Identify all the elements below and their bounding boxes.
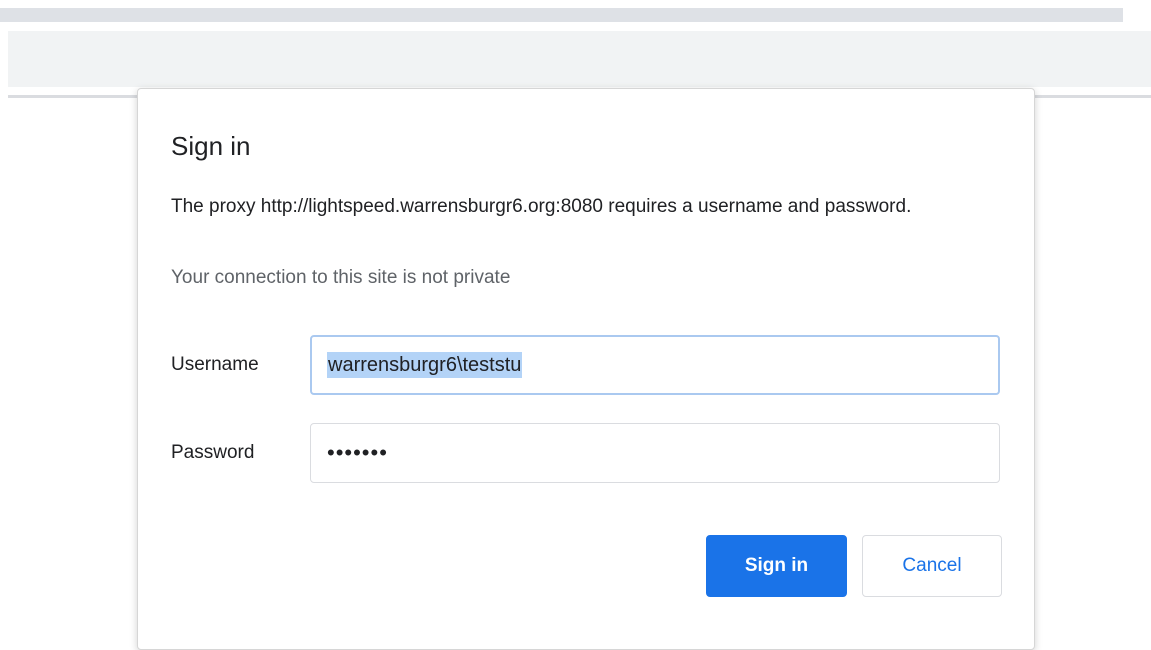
browser-toolbar [8, 31, 1151, 87]
username-label: Username [171, 354, 259, 375]
cancel-button[interactable]: Cancel [862, 535, 1002, 597]
password-label: Password [171, 442, 255, 463]
proxy-message: The proxy http://lightspeed.warrensburgr… [171, 196, 912, 217]
username-value: warrensburgr6\teststu [327, 352, 523, 378]
dialog-title: Sign in [171, 131, 251, 161]
sign-in-dialog: Sign in The proxy http://lightspeed.warr… [137, 88, 1035, 650]
sign-in-button[interactable]: Sign in [706, 535, 847, 597]
connection-warning: Your connection to this site is not priv… [171, 267, 511, 288]
username-field[interactable]: warrensburgr6\teststu [310, 335, 1000, 395]
tab-strip [0, 8, 1123, 22]
password-field[interactable]: ••••••• [310, 423, 1000, 483]
